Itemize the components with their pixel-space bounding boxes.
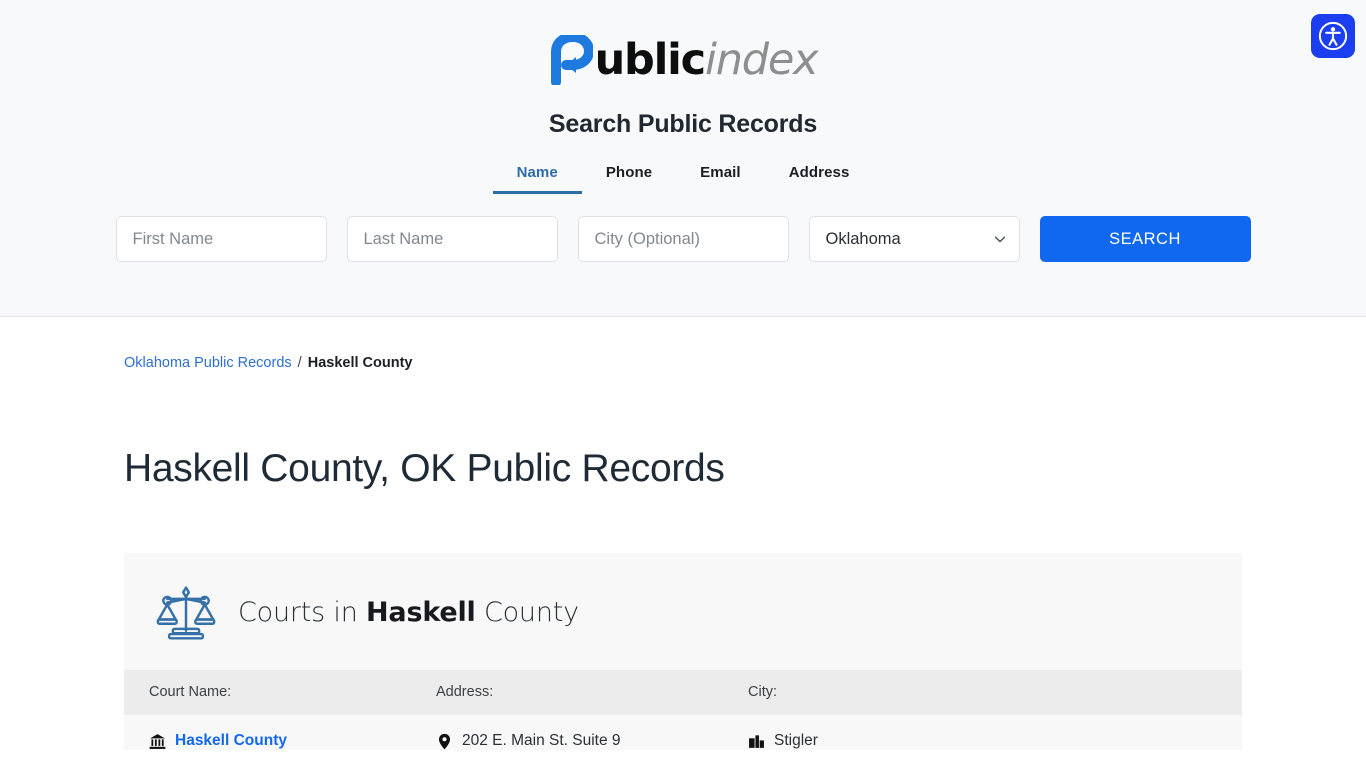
panel-title: Search Public Records — [548, 110, 818, 138]
cell-address: 202 E. Main St. Suite 9 — [436, 732, 748, 750]
search-button[interactable]: SEARCH — [1039, 216, 1251, 262]
card-title-suffix: County — [475, 596, 579, 628]
public-index-logo-mark — [550, 35, 593, 85]
address-text: 202 E. Main St. Suite 9 — [462, 732, 621, 749]
breadcrumb-parent-link[interactable]: Oklahoma Public Records — [124, 355, 292, 371]
tab-phone[interactable]: Phone — [582, 164, 676, 194]
search-form: Oklahoma SEARCH — [0, 216, 1366, 262]
first-name-input[interactable] — [115, 216, 327, 262]
search-tabs: Name Phone Email Address — [0, 164, 1366, 194]
cell-court-name: Haskell County — [124, 732, 436, 750]
cell-city: Stigler — [748, 732, 1048, 750]
scales-of-justice-icon — [156, 586, 216, 640]
map-pin-icon — [438, 733, 451, 749]
page-title: Haskell County, OK Public Records — [124, 447, 725, 490]
last-name-input[interactable] — [346, 216, 558, 262]
city-text: Stigler — [774, 732, 818, 749]
column-header-court-name: Court Name: — [149, 684, 232, 700]
tab-email[interactable]: Email — [676, 164, 765, 194]
logo-text-italic: index — [704, 34, 819, 85]
logo-text-bold: ublic — [594, 34, 707, 85]
breadcrumb-separator: / — [297, 355, 302, 371]
breadcrumb-current: Haskell County — [307, 355, 413, 371]
courts-card-header: Courts in Haskell County — [124, 553, 1242, 670]
main-content: Oklahoma Public Records / Haskell County… — [124, 317, 1242, 750]
tab-name[interactable]: Name — [492, 164, 582, 194]
breadcrumb: Oklahoma Public Records / Haskell County — [124, 341, 1242, 371]
courts-card-title: Courts in Haskell County — [238, 597, 579, 628]
city-buildings-icon — [749, 734, 764, 748]
accessibility-person-icon — [1318, 21, 1348, 51]
state-select[interactable]: Oklahoma — [808, 216, 1020, 262]
courts-card: Courts in Haskell County Court Name: Add… — [124, 553, 1242, 750]
accessibility-button[interactable] — [1311, 14, 1355, 58]
tab-address[interactable]: Address — [765, 164, 874, 194]
courts-table-header: Court Name: Address: City: — [124, 670, 1242, 715]
card-title-prefix: Courts in — [238, 596, 367, 628]
column-header-address: Address: — [436, 684, 494, 700]
search-header: ublic index Search Public Records Name P… — [0, 0, 1366, 317]
courthouse-icon — [149, 733, 166, 749]
card-title-emphasis: Haskell — [366, 596, 476, 628]
state-select-wrapper: Oklahoma — [808, 216, 1020, 262]
court-name-link[interactable]: Haskell County — [175, 732, 287, 750]
city-input[interactable] — [577, 216, 789, 262]
column-header-city: City: — [748, 684, 777, 700]
site-logo[interactable]: ublic index — [0, 22, 1366, 98]
table-row: Haskell County 202 E. Main St. Suite 9 S… — [124, 715, 1242, 750]
